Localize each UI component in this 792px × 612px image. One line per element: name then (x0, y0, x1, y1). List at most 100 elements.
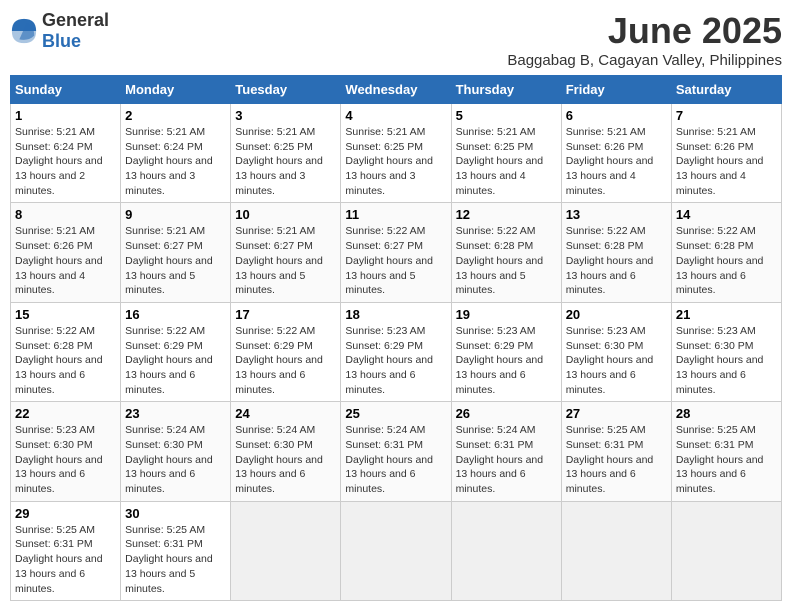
day-info: Sunrise: 5:25 AM Sunset: 6:31 PM Dayligh… (125, 523, 226, 596)
day-info: Sunrise: 5:25 AM Sunset: 6:31 PM Dayligh… (566, 423, 667, 496)
day-number: 12 (456, 207, 557, 222)
calendar-cell: 29 Sunrise: 5:25 AM Sunset: 6:31 PM Dayl… (11, 501, 121, 600)
day-number: 18 (345, 307, 446, 322)
day-info: Sunrise: 5:21 AM Sunset: 6:25 PM Dayligh… (345, 125, 446, 198)
day-info: Sunrise: 5:22 AM Sunset: 6:28 PM Dayligh… (15, 324, 116, 397)
day-info: Sunrise: 5:22 AM Sunset: 6:28 PM Dayligh… (566, 224, 667, 297)
day-number: 7 (676, 108, 777, 123)
day-info: Sunrise: 5:23 AM Sunset: 6:30 PM Dayligh… (566, 324, 667, 397)
calendar-cell: 4 Sunrise: 5:21 AM Sunset: 6:25 PM Dayli… (341, 104, 451, 203)
header-friday: Friday (561, 76, 671, 104)
calendar-cell (231, 501, 341, 600)
logo: General Blue (10, 10, 109, 52)
day-info: Sunrise: 5:21 AM Sunset: 6:25 PM Dayligh… (235, 125, 336, 198)
calendar-table: SundayMondayTuesdayWednesdayThursdayFrid… (10, 75, 782, 601)
day-info: Sunrise: 5:25 AM Sunset: 6:31 PM Dayligh… (676, 423, 777, 496)
day-number: 28 (676, 406, 777, 421)
day-info: Sunrise: 5:24 AM Sunset: 6:31 PM Dayligh… (456, 423, 557, 496)
calendar-cell: 24 Sunrise: 5:24 AM Sunset: 6:30 PM Dayl… (231, 402, 341, 501)
calendar-cell: 1 Sunrise: 5:21 AM Sunset: 6:24 PM Dayli… (11, 104, 121, 203)
title-area: June 2025 Baggabag B, Cagayan Valley, Ph… (507, 10, 782, 69)
day-info: Sunrise: 5:22 AM Sunset: 6:29 PM Dayligh… (235, 324, 336, 397)
day-info: Sunrise: 5:21 AM Sunset: 6:27 PM Dayligh… (235, 224, 336, 297)
header-sunday: Sunday (11, 76, 121, 104)
day-info: Sunrise: 5:23 AM Sunset: 6:29 PM Dayligh… (456, 324, 557, 397)
logo-general: General (42, 10, 109, 30)
day-number: 8 (15, 207, 116, 222)
header-wednesday: Wednesday (341, 76, 451, 104)
calendar-cell: 25 Sunrise: 5:24 AM Sunset: 6:31 PM Dayl… (341, 402, 451, 501)
day-number: 29 (15, 506, 116, 521)
day-number: 6 (566, 108, 667, 123)
calendar-week-row: 29 Sunrise: 5:25 AM Sunset: 6:31 PM Dayl… (11, 501, 782, 600)
calendar-week-row: 8 Sunrise: 5:21 AM Sunset: 6:26 PM Dayli… (11, 203, 782, 302)
header-saturday: Saturday (671, 76, 781, 104)
day-info: Sunrise: 5:21 AM Sunset: 6:26 PM Dayligh… (566, 125, 667, 198)
calendar-cell: 6 Sunrise: 5:21 AM Sunset: 6:26 PM Dayli… (561, 104, 671, 203)
calendar-cell: 19 Sunrise: 5:23 AM Sunset: 6:29 PM Dayl… (451, 302, 561, 401)
day-info: Sunrise: 5:24 AM Sunset: 6:31 PM Dayligh… (345, 423, 446, 496)
header-thursday: Thursday (451, 76, 561, 104)
day-number: 25 (345, 406, 446, 421)
header-tuesday: Tuesday (231, 76, 341, 104)
calendar-cell: 30 Sunrise: 5:25 AM Sunset: 6:31 PM Dayl… (121, 501, 231, 600)
calendar-cell: 18 Sunrise: 5:23 AM Sunset: 6:29 PM Dayl… (341, 302, 451, 401)
day-number: 9 (125, 207, 226, 222)
logo-blue: Blue (42, 31, 81, 51)
day-info: Sunrise: 5:21 AM Sunset: 6:24 PM Dayligh… (125, 125, 226, 198)
day-number: 2 (125, 108, 226, 123)
calendar-cell: 9 Sunrise: 5:21 AM Sunset: 6:27 PM Dayli… (121, 203, 231, 302)
day-number: 21 (676, 307, 777, 322)
day-info: Sunrise: 5:23 AM Sunset: 6:29 PM Dayligh… (345, 324, 446, 397)
calendar-cell (671, 501, 781, 600)
calendar-cell (341, 501, 451, 600)
calendar-cell: 8 Sunrise: 5:21 AM Sunset: 6:26 PM Dayli… (11, 203, 121, 302)
day-number: 27 (566, 406, 667, 421)
day-number: 26 (456, 406, 557, 421)
day-info: Sunrise: 5:23 AM Sunset: 6:30 PM Dayligh… (15, 423, 116, 496)
day-number: 30 (125, 506, 226, 521)
day-number: 5 (456, 108, 557, 123)
day-number: 22 (15, 406, 116, 421)
calendar-week-row: 15 Sunrise: 5:22 AM Sunset: 6:28 PM Dayl… (11, 302, 782, 401)
day-number: 13 (566, 207, 667, 222)
calendar-cell: 16 Sunrise: 5:22 AM Sunset: 6:29 PM Dayl… (121, 302, 231, 401)
day-number: 23 (125, 406, 226, 421)
day-info: Sunrise: 5:22 AM Sunset: 6:27 PM Dayligh… (345, 224, 446, 297)
calendar-cell: 22 Sunrise: 5:23 AM Sunset: 6:30 PM Dayl… (11, 402, 121, 501)
day-number: 1 (15, 108, 116, 123)
day-info: Sunrise: 5:22 AM Sunset: 6:28 PM Dayligh… (676, 224, 777, 297)
header: General Blue June 2025 Baggabag B, Cagay… (10, 10, 782, 69)
logo-text: General Blue (42, 10, 109, 52)
day-number: 14 (676, 207, 777, 222)
calendar-subtitle: Baggabag B, Cagayan Valley, Philippines (507, 52, 782, 69)
calendar-cell: 11 Sunrise: 5:22 AM Sunset: 6:27 PM Dayl… (341, 203, 451, 302)
day-info: Sunrise: 5:21 AM Sunset: 6:24 PM Dayligh… (15, 125, 116, 198)
calendar-cell: 28 Sunrise: 5:25 AM Sunset: 6:31 PM Dayl… (671, 402, 781, 501)
day-number: 19 (456, 307, 557, 322)
calendar-cell: 13 Sunrise: 5:22 AM Sunset: 6:28 PM Dayl… (561, 203, 671, 302)
day-number: 24 (235, 406, 336, 421)
calendar-cell: 14 Sunrise: 5:22 AM Sunset: 6:28 PM Dayl… (671, 203, 781, 302)
calendar-cell: 12 Sunrise: 5:22 AM Sunset: 6:28 PM Dayl… (451, 203, 561, 302)
header-monday: Monday (121, 76, 231, 104)
calendar-cell: 10 Sunrise: 5:21 AM Sunset: 6:27 PM Dayl… (231, 203, 341, 302)
day-number: 15 (15, 307, 116, 322)
day-info: Sunrise: 5:21 AM Sunset: 6:27 PM Dayligh… (125, 224, 226, 297)
calendar-week-row: 1 Sunrise: 5:21 AM Sunset: 6:24 PM Dayli… (11, 104, 782, 203)
day-info: Sunrise: 5:24 AM Sunset: 6:30 PM Dayligh… (235, 423, 336, 496)
day-number: 11 (345, 207, 446, 222)
calendar-cell: 27 Sunrise: 5:25 AM Sunset: 6:31 PM Dayl… (561, 402, 671, 501)
calendar-title: June 2025 (507, 10, 782, 52)
day-info: Sunrise: 5:25 AM Sunset: 6:31 PM Dayligh… (15, 523, 116, 596)
calendar-cell: 23 Sunrise: 5:24 AM Sunset: 6:30 PM Dayl… (121, 402, 231, 501)
calendar-header-row: SundayMondayTuesdayWednesdayThursdayFrid… (11, 76, 782, 104)
day-info: Sunrise: 5:21 AM Sunset: 6:26 PM Dayligh… (676, 125, 777, 198)
day-info: Sunrise: 5:21 AM Sunset: 6:26 PM Dayligh… (15, 224, 116, 297)
day-info: Sunrise: 5:22 AM Sunset: 6:28 PM Dayligh… (456, 224, 557, 297)
calendar-cell: 15 Sunrise: 5:22 AM Sunset: 6:28 PM Dayl… (11, 302, 121, 401)
day-number: 4 (345, 108, 446, 123)
calendar-cell: 21 Sunrise: 5:23 AM Sunset: 6:30 PM Dayl… (671, 302, 781, 401)
calendar-cell: 20 Sunrise: 5:23 AM Sunset: 6:30 PM Dayl… (561, 302, 671, 401)
logo-icon (10, 17, 38, 45)
